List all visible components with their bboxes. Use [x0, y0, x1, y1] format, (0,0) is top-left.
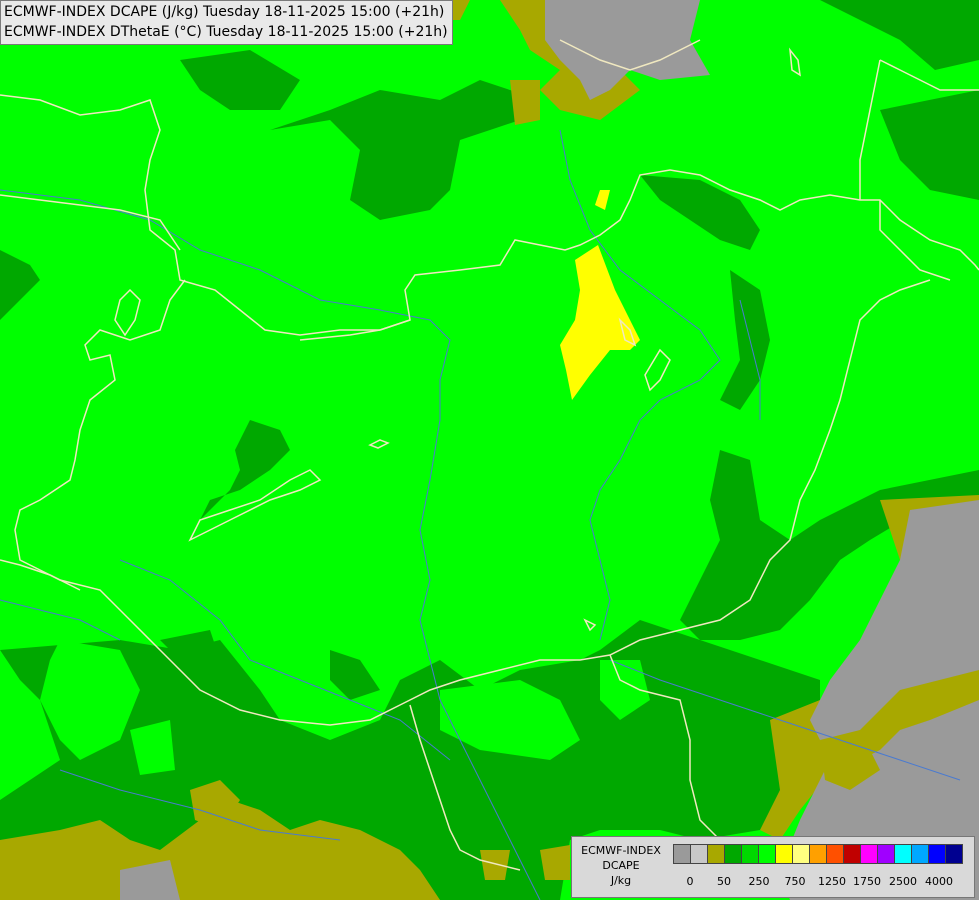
legend-tick-label: 1250 — [818, 875, 846, 888]
legend-model-name: ECMWF-INDEX — [581, 844, 661, 857]
legend-tick-label: 4000 — [925, 875, 953, 888]
legend-unit: J/kg — [610, 874, 632, 887]
legend-swatch — [707, 844, 725, 864]
legend-tick-label: 250 — [748, 875, 770, 888]
legend-tick-label: 750 — [784, 875, 806, 888]
legend-tick-label: 0 — [686, 875, 694, 888]
title-line-dthetae: ECMWF-INDEX DThetaE (°C) Tuesday 18-11-2… — [4, 24, 448, 40]
legend-swatch — [673, 844, 691, 864]
legend-label: ECMWF-INDEX DCAPE J/kg — [572, 843, 670, 888]
dcape-map — [0, 0, 979, 900]
legend-swatch — [945, 844, 963, 864]
color-legend: ECMWF-INDEX DCAPE J/kg 0 50 250 750 1250 1750… — [571, 836, 975, 898]
legend-swatch — [894, 844, 912, 864]
legend-swatches — [673, 844, 963, 866]
legend-swatch — [809, 844, 827, 864]
legend-swatch — [826, 844, 844, 864]
title-line-dcape: ECMWF-INDEX DCAPE (J/kg) Tuesday 18-11-2… — [4, 4, 445, 20]
legend-tick-label: 2500 — [889, 875, 917, 888]
legend-swatch — [758, 844, 776, 864]
legend-tick-label: 50 — [717, 875, 731, 888]
map-title-box: ECMWF-INDEX DCAPE (J/kg) Tuesday 18-11-2… — [0, 0, 453, 45]
legend-swatch — [843, 844, 861, 864]
legend-swatch — [792, 844, 810, 864]
legend-swatch — [741, 844, 759, 864]
legend-parameter-name: DCAPE — [602, 859, 640, 872]
legend-tick-label: 1750 — [853, 875, 881, 888]
legend-ticks: 0 50 250 750 1250 1750 2500 4000 — [673, 875, 973, 889]
legend-swatch — [877, 844, 895, 864]
legend-swatch — [911, 844, 929, 864]
legend-swatch — [860, 844, 878, 864]
legend-swatch — [724, 844, 742, 864]
legend-swatch — [775, 844, 793, 864]
legend-swatch — [690, 844, 708, 864]
legend-swatch — [928, 844, 946, 864]
